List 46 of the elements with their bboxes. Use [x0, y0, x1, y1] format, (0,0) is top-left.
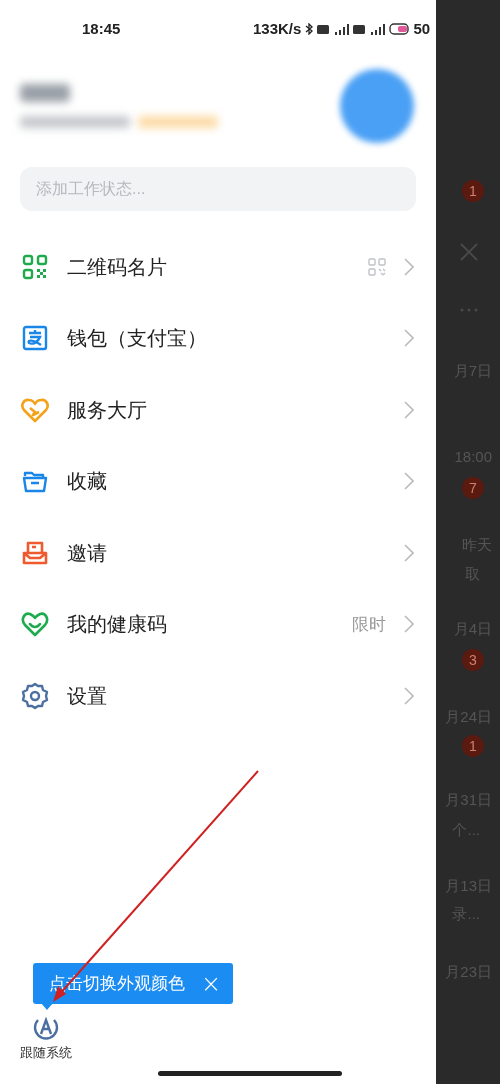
network-speed: 133K/s	[253, 18, 302, 39]
menu-item[interactable]: 二维码名片	[0, 231, 436, 303]
signal-icon	[333, 23, 350, 35]
unread-badge: 7	[462, 477, 484, 499]
chevron-icon	[404, 686, 414, 705]
blurred-name	[20, 84, 70, 102]
home-indicator[interactable]	[158, 1071, 342, 1076]
chevron-icon	[404, 257, 414, 276]
menu-label: 服务大厅	[67, 397, 147, 423]
more-icon	[460, 308, 478, 312]
menu-label: 我的健康码	[67, 612, 167, 638]
battery-icon	[389, 23, 410, 35]
hd-icon	[353, 24, 366, 34]
close-icon	[460, 243, 478, 261]
status-input[interactable]: 添加工作状态...	[20, 167, 416, 211]
chevron-icon	[404, 543, 414, 562]
wallet-icon	[20, 324, 50, 353]
bluetooth-icon	[305, 23, 314, 35]
chevron-icon	[404, 400, 414, 419]
chevron-icon	[404, 615, 414, 634]
menu-label: 设置	[67, 683, 107, 709]
menu-item[interactable]: 我的健康码 限时	[0, 588, 436, 660]
menu-item[interactable]: 服务大厅	[0, 374, 436, 446]
menu-item[interactable]: 设置	[0, 660, 436, 732]
theme-label: 跟随系统	[20, 1044, 72, 1062]
status-time: 18:45	[82, 18, 121, 39]
hd-icon	[317, 24, 330, 34]
menu-label: 收藏	[67, 469, 107, 495]
menu-label: 邀请	[67, 540, 107, 566]
menu-item[interactable]: 钱包（支付宝）	[0, 302, 436, 374]
battery-level: 50	[413, 18, 431, 39]
chevron-icon	[404, 472, 414, 491]
qr-code-icon	[20, 252, 50, 281]
unread-badge: 3	[462, 649, 484, 671]
menu-item[interactable]: 收藏	[0, 445, 436, 517]
menu-badge-text: 限时	[352, 613, 386, 636]
heart-smile-icon	[20, 610, 50, 639]
unread-badge: 1	[462, 735, 484, 757]
settings-icon	[20, 681, 50, 710]
theme-button[interactable]: 跟随系统	[20, 1013, 72, 1063]
menu-item[interactable]: 邀请	[0, 517, 436, 589]
unread-badge: 1	[462, 180, 484, 202]
signal-icon	[369, 23, 386, 35]
menu-label: 钱包（支付宝）	[67, 326, 207, 352]
chevron-icon	[404, 329, 414, 348]
menu-label: 二维码名片	[67, 254, 167, 280]
